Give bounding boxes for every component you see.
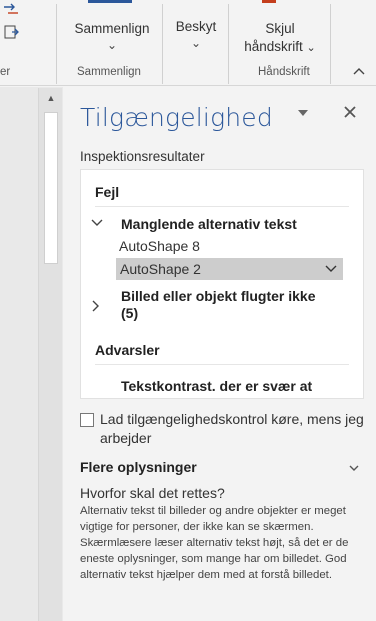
- inspection-results-list[interactable]: Fejl Manglende alternativ tekst AutoShap…: [80, 169, 364, 399]
- ribbon-separator: [162, 4, 163, 84]
- list-item[interactable]: AutoShape 8: [119, 238, 200, 254]
- warning-text-contrast[interactable]: Tekstkontrast. der er svær at: [121, 378, 351, 395]
- left-group-label: er: [0, 66, 11, 78]
- accessibility-pane: Tilgængelighed Inspektionsresultater Fej…: [63, 87, 376, 621]
- chevron-down-icon: ⌄: [190, 36, 202, 50]
- compare-label: Sammenlign: [74, 21, 150, 36]
- why-fix-explanation: Alternativ tekst til billeder og andre o…: [80, 505, 349, 581]
- inspection-results-heading: Inspektionsresultater: [80, 149, 205, 164]
- document-scrollbar[interactable]: ▲: [38, 88, 62, 621]
- collapse-ribbon-icon[interactable]: [352, 66, 366, 76]
- hide-ink-label-line1: Skjul: [265, 21, 295, 36]
- ink-accent-mark: [262, 0, 276, 3]
- issue-missing-alt-text[interactable]: Manglende alternativ tekst: [121, 216, 351, 233]
- chevron-right-icon[interactable]: [91, 300, 101, 312]
- divider: [95, 206, 349, 207]
- warnings-heading: Advarsler: [95, 342, 160, 358]
- keep-checker-running-label[interactable]: Lad tilgængelighedskontrol køre, mens je…: [100, 410, 370, 448]
- chevron-down-icon[interactable]: [348, 459, 360, 477]
- keep-checker-running-checkbox[interactable]: [80, 413, 94, 427]
- issue-label-line1: Billed eller objekt flugter ikke: [121, 288, 316, 304]
- compare-group-label: Sammenlign: [77, 66, 141, 78]
- why-fix-heading: Hvorfor skal det rettes?: [80, 485, 225, 501]
- scroll-up-icon[interactable]: ▲: [39, 88, 63, 108]
- pane-title: Tilgængelighed: [80, 103, 273, 132]
- close-icon[interactable]: [343, 105, 357, 119]
- protect-label: Beskyt: [175, 19, 217, 34]
- ribbon-accent-bar: [88, 0, 132, 3]
- issue-label-line2: (5): [121, 305, 139, 321]
- ink-group-label: Håndskrift: [258, 66, 310, 78]
- list-item-label: AutoShape 2: [120, 261, 201, 277]
- ribbon: er Sammenlign ⌄ Sammenlign Beskyt ⌄ Skju…: [0, 0, 376, 86]
- list-item-selected[interactable]: AutoShape 2: [116, 258, 343, 280]
- scroll-thumb[interactable]: [44, 112, 58, 264]
- chevron-down-icon: ⌄: [106, 38, 118, 52]
- reviewing-pane-icon[interactable]: [2, 24, 20, 40]
- protect-button[interactable]: Beskyt ⌄: [166, 18, 226, 50]
- divider: [95, 364, 349, 365]
- ribbon-separator: [228, 4, 229, 84]
- track-changes-icon[interactable]: [2, 2, 20, 18]
- chevron-down-icon[interactable]: [91, 218, 103, 228]
- hide-ink-label-line2: håndskrift: [244, 39, 303, 54]
- errors-heading: Fejl: [95, 184, 120, 200]
- hide-ink-button[interactable]: Skjul håndskrift ⌄: [232, 20, 328, 57]
- more-info-heading[interactable]: Flere oplysninger: [80, 459, 197, 475]
- compare-button[interactable]: Sammenlign ⌄: [64, 20, 160, 52]
- ribbon-separator: [56, 4, 57, 84]
- ribbon-separator: [330, 4, 331, 84]
- pane-options-icon[interactable]: [297, 109, 309, 117]
- chevron-down-icon: ⌄: [306, 42, 316, 54]
- chevron-down-icon[interactable]: [325, 258, 337, 280]
- issue-object-not-inline[interactable]: Billed eller objekt flugter ikke (5): [121, 288, 351, 322]
